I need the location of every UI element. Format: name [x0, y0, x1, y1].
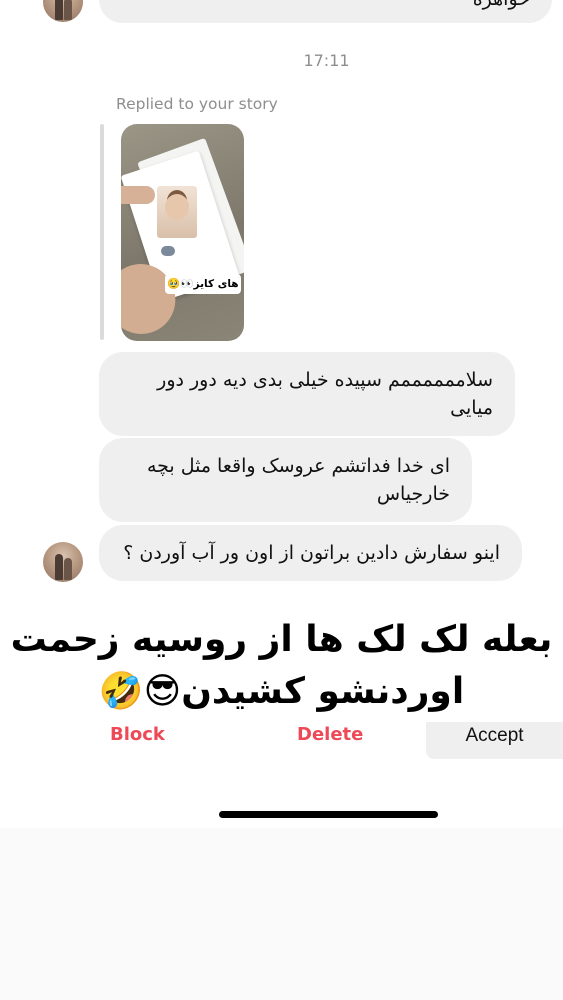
- caption-line-1: بعله لک لک ها از روسیه زحمت: [10, 619, 553, 660]
- message-bubble[interactable]: ای خدا فداتشم عروسک واقعا مثل بچه خارجیا…: [99, 438, 472, 522]
- message-text: اینو سفارش دادین براتون از اون ور آب آور…: [123, 542, 500, 564]
- message-bubble[interactable]: اینو سفارش دادین براتون از اون ور آب آور…: [99, 525, 522, 581]
- sender-avatar[interactable]: [43, 542, 83, 582]
- story-thumbnail[interactable]: های کایز👀🥹: [121, 124, 244, 341]
- caption-line-2: اوردنشو کشیدن😎🤣: [98, 671, 465, 712]
- message-bubble[interactable]: سلاممممممم سپیده خیلی بدی دیه دور دور می…: [99, 352, 515, 436]
- message-bubble[interactable]: خواهره: [99, 0, 552, 23]
- timestamp: 17:11: [303, 51, 350, 70]
- message-text: خواهره: [473, 0, 530, 10]
- replied-to-story-label: Replied to your story: [116, 95, 278, 113]
- reply-quote-bar: [100, 124, 104, 340]
- block-button[interactable]: Block: [110, 724, 165, 745]
- overlay-caption: بعله لک لک ها از روسیه زحمت اوردنشو کشید…: [0, 614, 563, 718]
- message-text: ای خدا فداتشم عروسک واقعا مثل بچه خارجیا…: [146, 455, 450, 505]
- delete-button[interactable]: Delete: [297, 724, 363, 745]
- sender-avatar[interactable]: [43, 0, 83, 22]
- chat-thread[interactable]: خواهره 17:11 Replied to your story های ک…: [0, 0, 563, 828]
- home-indicator[interactable]: [219, 811, 438, 818]
- message-text: سلاممممممم سپیده خیلی بدی دیه دور دور می…: [157, 369, 493, 419]
- story-sticker: های کایز👀🥹: [165, 274, 241, 294]
